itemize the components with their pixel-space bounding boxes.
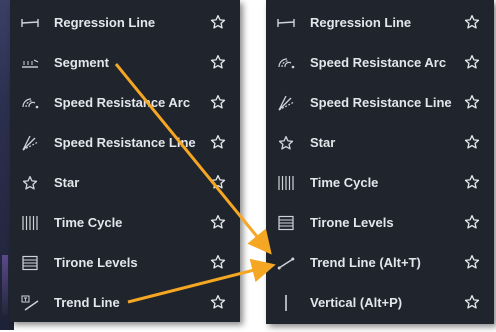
drawing-tools-menu-before: Regression Line Segment Speed Resistance… bbox=[10, 0, 240, 322]
menu-item-speed-resistance-arc[interactable]: Speed Resistance Arc bbox=[266, 43, 494, 83]
menu-item-speed-resistance-line[interactable]: Speed Resistance Line bbox=[266, 83, 494, 123]
menu-item-trend-line[interactable]: Trend Line (Alt+T) bbox=[266, 243, 494, 283]
menu-item-label: Star bbox=[310, 135, 336, 150]
star-outline-icon[interactable] bbox=[464, 94, 480, 110]
menu-item-label: Trend Line (Alt+T) bbox=[310, 255, 421, 270]
star-outline-icon[interactable] bbox=[210, 254, 226, 270]
menu-item-tirone-levels[interactable]: Tirone Levels bbox=[10, 243, 240, 283]
menu-item-label: Tirone Levels bbox=[54, 255, 138, 270]
speed-resistance-arc-icon bbox=[20, 93, 40, 113]
menu-item-label: Speed Resistance Line bbox=[310, 95, 452, 110]
speed-resistance-arc-icon bbox=[276, 53, 296, 73]
star-outline-icon[interactable] bbox=[464, 54, 480, 70]
menu-item-label: Regression Line bbox=[54, 15, 156, 30]
star-outline-icon[interactable] bbox=[464, 294, 480, 310]
segment-icon bbox=[20, 53, 40, 73]
trend-line-icon bbox=[20, 293, 40, 313]
speed-resistance-line-icon bbox=[20, 133, 40, 153]
star-outline-icon[interactable] bbox=[210, 294, 226, 310]
star-outline-icon[interactable] bbox=[464, 174, 480, 190]
menu-item-label: Speed Resistance Arc bbox=[54, 95, 191, 110]
star-icon bbox=[276, 133, 296, 153]
time-cycle-icon bbox=[20, 213, 40, 233]
menu-item-time-cycle[interactable]: Time Cycle bbox=[266, 163, 494, 203]
menu-item-speed-resistance-line[interactable]: Speed Resistance Line bbox=[10, 123, 240, 163]
menu-item-star[interactable]: Star bbox=[10, 163, 240, 203]
star-outline-icon[interactable] bbox=[210, 54, 226, 70]
menu-item-regression-line[interactable]: Regression Line bbox=[266, 3, 494, 43]
star-outline-icon[interactable] bbox=[210, 214, 226, 230]
tirone-levels-icon bbox=[20, 253, 40, 273]
menu-item-label: Tirone Levels bbox=[310, 215, 394, 230]
star-outline-icon[interactable] bbox=[464, 14, 480, 30]
regression-line-icon bbox=[20, 13, 40, 33]
menu-item-label: Regression Line bbox=[310, 15, 412, 30]
menu-item-vertical[interactable]: Vertical (Alt+P) bbox=[266, 283, 494, 323]
star-outline-icon[interactable] bbox=[464, 214, 480, 230]
star-outline-icon[interactable] bbox=[210, 174, 226, 190]
vertical-line-icon bbox=[276, 293, 296, 313]
regression-line-icon bbox=[276, 13, 296, 33]
menu-item-label: Trend Line bbox=[54, 295, 120, 310]
menu-item-trend-line[interactable]: Trend Line bbox=[10, 283, 240, 323]
menu-item-speed-resistance-arc[interactable]: Speed Resistance Arc bbox=[10, 83, 240, 123]
menu-item-time-cycle[interactable]: Time Cycle bbox=[10, 203, 240, 243]
menu-item-segment[interactable]: Segment bbox=[10, 43, 240, 83]
menu-item-tirone-levels[interactable]: Tirone Levels bbox=[266, 203, 494, 243]
star-outline-icon[interactable] bbox=[210, 14, 226, 30]
menu-item-regression-line[interactable]: Regression Line bbox=[10, 3, 240, 43]
menu-item-label: Time Cycle bbox=[310, 175, 379, 190]
menu-item-label: Vertical (Alt+P) bbox=[310, 295, 403, 310]
menu-item-label: Star bbox=[54, 175, 80, 190]
menu-item-label: Speed Resistance Arc bbox=[310, 55, 447, 70]
star-icon bbox=[20, 173, 40, 193]
time-cycle-icon bbox=[276, 173, 296, 193]
star-outline-icon[interactable] bbox=[210, 94, 226, 110]
tirone-levels-icon bbox=[276, 213, 296, 233]
drawing-tools-menu-after: Regression Line Speed Resistance Arc Spe… bbox=[266, 0, 494, 324]
star-outline-icon[interactable] bbox=[464, 134, 480, 150]
speed-resistance-line-icon bbox=[276, 93, 296, 113]
trend-line-icon bbox=[276, 253, 296, 273]
menu-item-label: Segment bbox=[54, 55, 109, 70]
star-outline-icon[interactable] bbox=[210, 134, 226, 150]
menu-item-star[interactable]: Star bbox=[266, 123, 494, 163]
menu-item-label: Speed Resistance Line bbox=[54, 135, 196, 150]
star-outline-icon[interactable] bbox=[464, 254, 480, 270]
menu-item-label: Time Cycle bbox=[54, 215, 123, 230]
